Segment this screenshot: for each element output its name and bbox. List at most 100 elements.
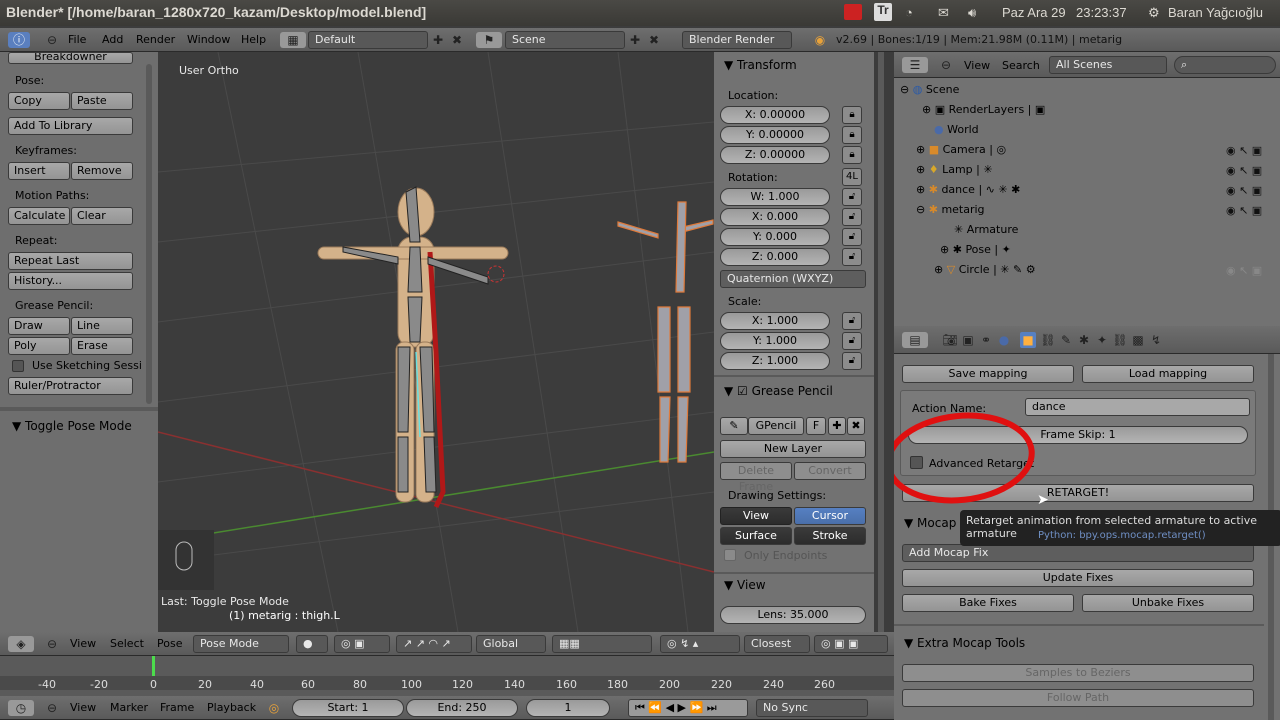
- add-scene-icon[interactable]: ✚: [627, 32, 643, 48]
- unbake-fixes-button[interactable]: Unbake Fixes: [1082, 594, 1254, 612]
- scene-tab-icon[interactable]: ⚭: [978, 332, 994, 348]
- layers-tab-icon[interactable]: ▣: [960, 332, 976, 348]
- scene-icon[interactable]: ⚑: [476, 32, 502, 48]
- paste-pose-button[interactable]: Paste: [71, 92, 133, 110]
- lock-icon[interactable]: 🔒︎: [842, 106, 862, 124]
- pencil-icon[interactable]: ✎: [720, 417, 748, 435]
- volume-icon[interactable]: 🔊︎: [968, 5, 976, 21]
- visibility-eye-icon[interactable]: ◉ ↖ ▣: [1226, 264, 1262, 277]
- outliner-row-lamp[interactable]: ⊕ ♦ Lamp | ✳: [916, 160, 993, 180]
- rotation-w-field[interactable]: W: 1.000: [720, 188, 830, 206]
- unlock-icon[interactable]: 🔓︎: [842, 352, 862, 370]
- scene-field[interactable]: Scene: [505, 31, 625, 49]
- action-name-input[interactable]: dance: [1025, 398, 1250, 416]
- tool-shelf-scrollbar[interactable]: [146, 64, 152, 404]
- layout-icon[interactable]: ▦: [280, 32, 306, 48]
- outliner-search-menu[interactable]: Search: [1002, 59, 1040, 72]
- current-frame-field[interactable]: 1: [526, 699, 610, 717]
- toggle-pose-panel[interactable]: ▼ Toggle Pose Mode: [12, 419, 132, 433]
- rotation-mode-select[interactable]: Quaternion (WXYZ): [720, 270, 866, 288]
- clock-label[interactable]: 23:23:37: [1076, 5, 1127, 20]
- erase-button[interactable]: Erase: [71, 337, 133, 355]
- orientation-select[interactable]: Global: [476, 635, 546, 653]
- collapse-icon[interactable]: ⊖: [938, 57, 954, 73]
- clear-button[interactable]: Clear: [71, 207, 133, 225]
- menu-render[interactable]: Render: [136, 33, 175, 46]
- rotation-4l-button[interactable]: 4L: [842, 168, 862, 186]
- visibility-eye-icon[interactable]: ◉ ↖ ▣: [1226, 144, 1262, 157]
- snap-target-select[interactable]: Closest: [744, 635, 810, 653]
- mail-icon[interactable]: ✉: [938, 5, 949, 21]
- outliner-row-world[interactable]: ● World: [934, 120, 979, 140]
- modifiers-tab-icon[interactable]: ✎: [1058, 332, 1074, 348]
- outliner-row-armature[interactable]: ✳ Armature: [954, 220, 1018, 240]
- collapse-icon[interactable]: ⊖: [44, 636, 60, 652]
- properties-scrollbar[interactable]: [878, 52, 884, 632]
- visibility-eye-icon[interactable]: ◉ ↖ ▣: [1226, 164, 1262, 177]
- remove-scene-icon[interactable]: ✖: [646, 32, 662, 48]
- only-endpoints-checkbox[interactable]: [724, 549, 736, 561]
- wifi-icon[interactable]: ◔: [905, 5, 913, 20]
- scale-z-field[interactable]: Z: 1.000: [720, 352, 830, 370]
- remove-gpencil-icon[interactable]: ✖: [847, 417, 865, 435]
- mode-select[interactable]: Pose Mode: [193, 635, 289, 653]
- draw-button[interactable]: Draw: [8, 317, 70, 335]
- menu-add[interactable]: Add: [102, 33, 123, 46]
- location-z-field[interactable]: Z: 0.00000: [720, 146, 830, 164]
- rotation-x-field[interactable]: X: 0.000: [720, 208, 830, 226]
- lock-icon[interactable]: 🔒︎: [842, 146, 862, 164]
- playback-controls[interactable]: ⏮ ⏪ ◀ ▶ ⏩ ⏭: [628, 699, 748, 717]
- render-buttons[interactable]: ◎ ▣ ▣: [814, 635, 888, 653]
- world-tab-icon[interactable]: ●: [996, 332, 1012, 348]
- collapse-icon[interactable]: ⊖: [44, 700, 60, 716]
- unlock-icon[interactable]: 🔓︎: [842, 332, 862, 350]
- 3d-viewport[interactable]: User Ortho Last: Toggle Pose Mode (1) me…: [158, 52, 714, 632]
- menu-help[interactable]: Help: [241, 33, 266, 46]
- delete-frame-button[interactable]: Delete Frame: [720, 462, 792, 493]
- pose-menu[interactable]: Pose: [157, 637, 182, 650]
- timeline[interactable]: -40 -20 0 20 40 60 80 100 120 140 160 18…: [0, 656, 894, 696]
- date-label[interactable]: Paz Ara 29: [1002, 5, 1066, 20]
- lens-field[interactable]: Lens: 35.000: [720, 606, 866, 624]
- outliner-row-camera[interactable]: ⊕ ■ Camera | ◎: [916, 140, 1006, 160]
- unlock-icon[interactable]: 🔓︎: [842, 228, 862, 246]
- collapse-icon[interactable]: ⊖: [44, 32, 60, 48]
- current-frame-marker[interactable]: [152, 656, 155, 676]
- line-button[interactable]: Line: [71, 317, 133, 335]
- outliner-row-metarig[interactable]: ⊖ ✱ metarig: [916, 200, 985, 220]
- select-menu[interactable]: Select: [110, 637, 144, 650]
- grease-pencil-panel-header[interactable]: ▼ ☑ Grease Pencil: [724, 384, 833, 398]
- outliner-view-menu[interactable]: View: [964, 59, 990, 72]
- ruler-protractor-button[interactable]: Ruler/Protractor: [8, 377, 133, 395]
- view-panel-header[interactable]: ▼ View: [724, 578, 766, 592]
- view-draw-button[interactable]: View: [720, 507, 792, 525]
- settings-gear-icon[interactable]: ⚙: [1148, 5, 1160, 21]
- layers-buttons[interactable]: ▦▦: [552, 635, 652, 653]
- outliner-row-scene[interactable]: ⊖ ◍ Scene: [900, 80, 959, 100]
- unlock-icon[interactable]: 🔓︎: [842, 312, 862, 330]
- add-mocap-fix-select[interactable]: Add Mocap Fix: [902, 544, 1254, 562]
- 3d-editor-icon[interactable]: ◈: [8, 636, 34, 652]
- location-y-field[interactable]: Y: 0.00000: [720, 126, 830, 144]
- add-gpencil-icon[interactable]: ✚: [828, 417, 846, 435]
- armature-tab-icon[interactable]: ✱: [1076, 332, 1092, 348]
- timeline-view-menu[interactable]: View: [70, 701, 96, 714]
- scale-x-field[interactable]: X: 1.000: [720, 312, 830, 330]
- update-fixes-button[interactable]: Update Fixes: [902, 569, 1254, 587]
- display-mode-select[interactable]: All Scenes: [1049, 56, 1167, 74]
- calculate-button[interactable]: Calculate: [8, 207, 70, 225]
- info-editor-icon[interactable]: ⓘ: [8, 32, 30, 48]
- menu-file[interactable]: File: [68, 33, 86, 46]
- frame-menu[interactable]: Frame: [160, 701, 194, 714]
- convert-button[interactable]: Convert: [794, 462, 866, 480]
- texture-tab-icon[interactable]: ▩: [1130, 332, 1146, 348]
- timeline-editor-icon[interactable]: ◷: [8, 700, 34, 716]
- layout-field[interactable]: Default: [308, 31, 428, 49]
- outliner-row-pose[interactable]: ⊕ ✱ Pose | ✦: [940, 240, 1011, 260]
- visibility-eye-icon[interactable]: ◉ ↖ ▣: [1226, 184, 1262, 197]
- gpencil-field[interactable]: GPencil: [748, 417, 804, 435]
- poly-button[interactable]: Poly: [8, 337, 70, 355]
- physics-tab-icon[interactable]: ↯: [1148, 332, 1164, 348]
- unlock-icon[interactable]: 🔓︎: [842, 208, 862, 226]
- menu-window[interactable]: Window: [187, 33, 230, 46]
